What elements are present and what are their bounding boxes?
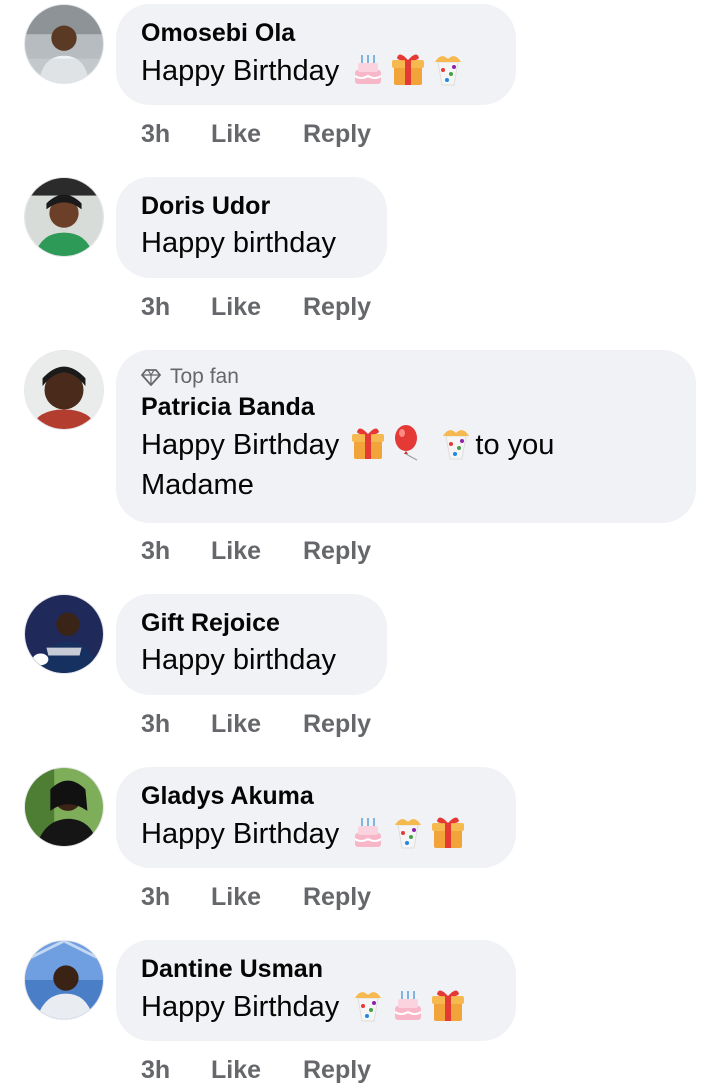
comment-text: Happy Birthday: [141, 813, 490, 854]
comment-bubble[interactable]: Omosebi Ola Happy Birthday: [116, 4, 516, 105]
reply-button[interactable]: Reply: [303, 1056, 371, 1085]
comment-text: Happy birthday: [141, 223, 361, 263]
comment-timestamp[interactable]: 3h: [141, 120, 211, 149]
comment-text-line: Happy Birthday: [141, 991, 340, 1023]
comment-author[interactable]: Gladys Akuma: [141, 781, 490, 811]
top-fan-badge: Top fan: [141, 364, 670, 390]
like-button[interactable]: Like: [211, 1056, 303, 1085]
comment-actions: 3h Like Reply: [141, 1056, 371, 1085]
comment-bubble[interactable]: Gift Rejoice Happy birthday: [116, 594, 387, 695]
comment-author[interactable]: Gift Rejoice: [141, 608, 361, 638]
top-fan-label: Top fan: [170, 365, 239, 388]
comment-timestamp[interactable]: 3h: [141, 1056, 211, 1085]
comment-timestamp[interactable]: 3h: [141, 537, 211, 566]
confetti-icon: [389, 813, 427, 851]
cake-icon: [349, 50, 387, 88]
comment-bubble[interactable]: Dantine Usman Happy Birthday: [116, 940, 516, 1041]
comment-actions: 3h Like Reply: [141, 883, 371, 912]
comment-actions: 3h Like Reply: [141, 120, 371, 149]
balloon-icon: [389, 424, 427, 462]
comment-timestamp[interactable]: 3h: [141, 710, 211, 739]
like-button[interactable]: Like: [211, 883, 303, 912]
avatar[interactable]: [24, 177, 104, 257]
comment-text: Happy Birthday: [141, 50, 490, 91]
avatar[interactable]: [24, 767, 104, 847]
avatar[interactable]: [24, 594, 104, 674]
comment-text-line: Happy Birthday: [141, 818, 340, 850]
comment-text-line-1: Happy Birthday to you: [141, 424, 670, 465]
confetti-icon: [349, 986, 387, 1024]
avatar[interactable]: [24, 940, 104, 1020]
comment-bubble[interactable]: Gladys Akuma Happy Birthday: [116, 767, 516, 868]
comment-bubble[interactable]: Doris Udor Happy birthday: [116, 177, 387, 278]
comment-text-segment: to you: [475, 429, 555, 461]
comment-text-segment: Happy Birthday: [141, 429, 340, 461]
like-button[interactable]: Like: [211, 293, 303, 322]
confetti-icon: [429, 50, 467, 88]
comment-text: Happy birthday: [141, 640, 361, 680]
comment-actions: 3h Like Reply: [141, 710, 371, 739]
avatar[interactable]: [24, 4, 104, 84]
comment-text: Happy Birthday: [141, 986, 490, 1027]
gift-icon: [389, 50, 427, 88]
gift-icon: [429, 813, 467, 851]
reply-button[interactable]: Reply: [303, 537, 371, 566]
confetti-icon: [437, 424, 475, 462]
reply-button[interactable]: Reply: [303, 120, 371, 149]
comment-timestamp[interactable]: 3h: [141, 883, 211, 912]
comment-text-line: Happy birthday: [141, 644, 337, 676]
like-button[interactable]: Like: [211, 710, 303, 739]
cake-icon: [349, 813, 387, 851]
cake-icon: [389, 986, 427, 1024]
diamond-icon: [141, 369, 161, 386]
comment-author[interactable]: Patricia Banda: [141, 392, 670, 422]
like-button[interactable]: Like: [211, 537, 303, 566]
gift-icon: [429, 986, 467, 1024]
comment-text-line: Happy Birthday: [141, 55, 340, 87]
gift-icon: [349, 424, 387, 462]
comment-text-line: Happy birthday: [141, 227, 337, 259]
avatar[interactable]: [24, 350, 104, 430]
comment-actions: 3h Like Reply: [141, 293, 371, 322]
comment-text-line-2: Madame: [141, 469, 254, 501]
comment-bubble[interactable]: Top fan Patricia Banda Happy Birthday to…: [116, 350, 696, 523]
comment-author[interactable]: Dantine Usman: [141, 954, 490, 984]
comment-author[interactable]: Omosebi Ola: [141, 18, 490, 48]
like-button[interactable]: Like: [211, 120, 303, 149]
comment-timestamp[interactable]: 3h: [141, 293, 211, 322]
comment-actions: 3h Like Reply: [141, 537, 371, 566]
comment-author[interactable]: Doris Udor: [141, 191, 361, 221]
reply-button[interactable]: Reply: [303, 883, 371, 912]
reply-button[interactable]: Reply: [303, 293, 371, 322]
reply-button[interactable]: Reply: [303, 710, 371, 739]
comment-text: Happy Birthday to you Madame: [141, 424, 670, 505]
